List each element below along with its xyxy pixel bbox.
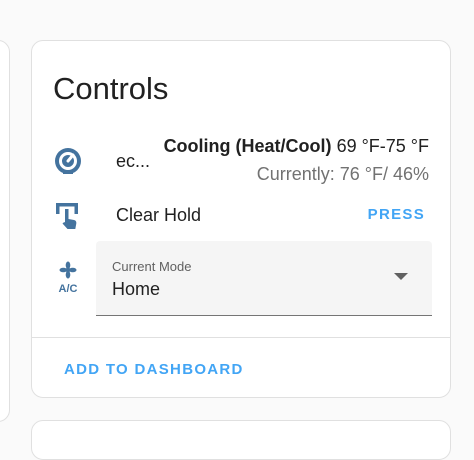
add-to-dashboard-button[interactable]: ADD TO DASHBOARD xyxy=(64,359,244,381)
thermostat-row[interactable]: ec... Cooling (Heat/Cool) 69 °F-75 °F Cu… xyxy=(32,133,450,193)
next-card xyxy=(31,420,451,460)
controls-card: Controls ec... Cooling (Heat/Cool) 69 °F… xyxy=(31,40,451,398)
current-mode-label: Current Mode xyxy=(112,259,192,274)
press-button[interactable]: PRESS xyxy=(368,204,425,226)
thermostat-icon xyxy=(52,145,84,177)
current-mode-row: A/C Current Mode Home xyxy=(32,241,450,317)
thermostat-state: Cooling (Heat/Cool) 69 °F-75 °F xyxy=(164,133,429,159)
thermostat-mode: Cooling (Heat/Cool) xyxy=(163,136,332,156)
dropdown-arrow-icon xyxy=(394,273,408,280)
svg-text:A/C: A/C xyxy=(59,283,78,293)
air-conditioner-icon: A/C xyxy=(52,261,84,293)
touch-app-icon xyxy=(52,199,84,231)
current-mode-value: Home xyxy=(112,279,161,299)
adjacent-card xyxy=(0,40,10,422)
current-mode-select[interactable]: Current Mode Home xyxy=(96,241,432,316)
clear-hold-row: Clear Hold PRESS xyxy=(32,199,450,231)
card-divider xyxy=(32,337,450,338)
card-title: Controls xyxy=(53,71,169,106)
thermostat-range: 69 °F-75 °F xyxy=(336,136,429,156)
clear-hold-label: Clear Hold xyxy=(116,205,202,225)
thermostat-current: Currently: 76 °F/ 46% xyxy=(256,164,429,184)
thermostat-name: ec... xyxy=(116,151,151,171)
